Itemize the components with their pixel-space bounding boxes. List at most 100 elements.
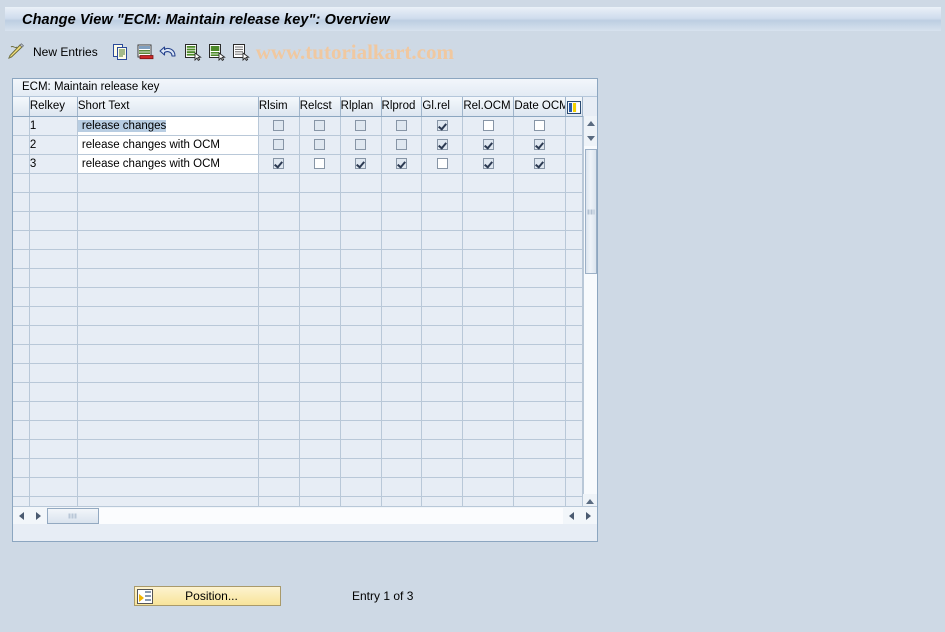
cell-empty[interactable] (514, 192, 565, 211)
horizontal-scroll-thumb[interactable] (47, 508, 99, 524)
cell-empty[interactable] (29, 363, 77, 382)
cell-rlprod[interactable] (381, 154, 422, 173)
cell-empty[interactable] (463, 458, 514, 477)
cell-empty[interactable] (422, 325, 463, 344)
cell-relocm[interactable] (463, 116, 514, 135)
cell-empty[interactable] (258, 363, 299, 382)
cell-rlplan[interactable] (340, 135, 381, 154)
checkbox-relcst[interactable] (314, 158, 325, 169)
scroll-down-icon[interactable] (584, 131, 597, 146)
cell-empty[interactable] (29, 211, 77, 230)
checkbox-glrel[interactable] (437, 139, 448, 150)
cell-empty[interactable] (422, 363, 463, 382)
cell-empty[interactable] (565, 458, 582, 477)
cell-empty[interactable] (29, 192, 77, 211)
table-row-empty[interactable] (13, 211, 583, 230)
cell-empty[interactable] (381, 363, 422, 382)
row-selector-button[interactable] (13, 116, 29, 135)
cell-empty[interactable] (565, 382, 582, 401)
copy-as-icon[interactable] (110, 41, 132, 63)
cell-empty[interactable] (29, 325, 77, 344)
column-header-short-text[interactable]: Short Text (77, 97, 258, 116)
row-selector-button[interactable] (13, 458, 29, 477)
cell-empty[interactable] (340, 306, 381, 325)
table-row-empty[interactable] (13, 363, 583, 382)
cell-empty[interactable] (258, 230, 299, 249)
table-row[interactable]: 1release changes (13, 116, 583, 135)
horizontal-scroll-track[interactable] (47, 508, 563, 524)
cell-empty[interactable] (565, 268, 582, 287)
cell-empty[interactable] (258, 401, 299, 420)
cell-empty[interactable] (340, 211, 381, 230)
cell-empty[interactable] (565, 173, 582, 192)
cell-empty[interactable] (463, 306, 514, 325)
cell-empty[interactable] (422, 287, 463, 306)
cell-empty[interactable] (29, 287, 77, 306)
cell-relkey[interactable]: 1 (29, 116, 77, 135)
cell-empty[interactable] (77, 249, 258, 268)
cell-empty[interactable] (340, 344, 381, 363)
cell-empty[interactable] (381, 458, 422, 477)
cell-empty[interactable] (299, 344, 340, 363)
cell-empty[interactable] (463, 268, 514, 287)
cell-empty[interactable] (299, 306, 340, 325)
cell-rlsim[interactable] (258, 135, 299, 154)
cell-rlsim[interactable] (258, 116, 299, 135)
cell-empty[interactable] (565, 211, 582, 230)
cell-empty[interactable] (422, 306, 463, 325)
cell-empty[interactable] (340, 325, 381, 344)
column-config-icon[interactable] (565, 97, 582, 116)
cell-dateocm[interactable] (514, 116, 565, 135)
cell-short-text[interactable]: release changes with OCM (77, 154, 258, 173)
cell-glrel[interactable] (422, 154, 463, 173)
cell-empty[interactable] (299, 192, 340, 211)
cell-empty[interactable] (299, 173, 340, 192)
table-vertical-scrollbar[interactable] (583, 116, 597, 524)
cell-relcst[interactable] (299, 116, 340, 135)
cell-empty[interactable] (258, 192, 299, 211)
cell-empty[interactable] (258, 306, 299, 325)
cell-dateocm[interactable] (514, 154, 565, 173)
cell-empty[interactable] (422, 477, 463, 496)
cell-empty[interactable] (258, 420, 299, 439)
table-row-empty[interactable] (13, 325, 583, 344)
cell-empty[interactable] (422, 420, 463, 439)
checkbox-rlplan[interactable] (355, 120, 366, 131)
row-selector-button[interactable] (13, 344, 29, 363)
cell-empty[interactable] (29, 173, 77, 192)
cell-empty[interactable] (565, 249, 582, 268)
cell-empty[interactable] (463, 173, 514, 192)
cell-empty[interactable] (422, 268, 463, 287)
select-block-icon[interactable] (206, 41, 228, 63)
cell-empty[interactable] (299, 420, 340, 439)
cell-empty[interactable] (258, 439, 299, 458)
checkbox-rlprod[interactable] (396, 120, 407, 131)
cell-empty[interactable] (29, 249, 77, 268)
column-header-rlprod[interactable]: Rlprod (381, 97, 422, 116)
row-selector-button[interactable] (13, 306, 29, 325)
cell-empty[interactable] (463, 249, 514, 268)
cell-relkey[interactable]: 2 (29, 135, 77, 154)
cell-relocm[interactable] (463, 135, 514, 154)
cell-empty[interactable] (381, 287, 422, 306)
cell-empty[interactable] (463, 192, 514, 211)
cell-empty[interactable] (565, 420, 582, 439)
table-row-empty[interactable] (13, 306, 583, 325)
cell-empty[interactable] (258, 211, 299, 230)
delete-icon[interactable] (134, 41, 156, 63)
cell-empty[interactable] (77, 268, 258, 287)
cell-empty[interactable] (565, 363, 582, 382)
cell-empty[interactable] (565, 287, 582, 306)
row-selector-button[interactable] (13, 192, 29, 211)
cell-relcst[interactable] (299, 135, 340, 154)
cell-empty[interactable] (77, 325, 258, 344)
cell-empty[interactable] (565, 306, 582, 325)
cell-short-text[interactable]: release changes (77, 116, 258, 135)
cell-relocm[interactable] (463, 154, 514, 173)
cell-empty[interactable] (299, 325, 340, 344)
cell-empty[interactable] (463, 211, 514, 230)
cell-empty[interactable] (340, 249, 381, 268)
cell-short-text[interactable]: release changes with OCM (77, 135, 258, 154)
cell-rlprod[interactable] (381, 135, 422, 154)
cell-empty[interactable] (77, 477, 258, 496)
